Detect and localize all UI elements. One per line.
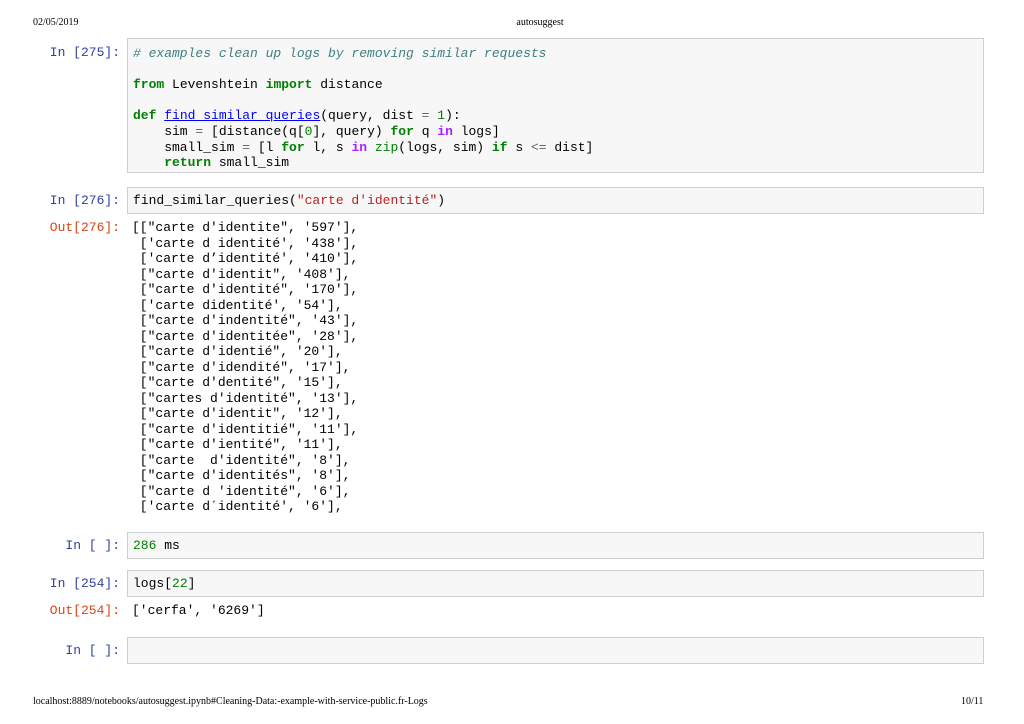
code-cell-blank-2[interactable] [127, 637, 984, 664]
cell-output-254[interactable]: ['cerfa', '6269'] [127, 603, 984, 619]
code-editor[interactable]: 286 ms [128, 538, 983, 554]
import-name: distance [312, 77, 383, 93]
string-literal: "carte d'identité" [296, 193, 438, 208]
op-le: <= [530, 139, 547, 155]
code-text: q [413, 123, 438, 139]
kw-in: in [351, 139, 368, 155]
code-text: ] [187, 576, 196, 591]
code-cell-276[interactable]: find_similar_queries("carte d'identité") [127, 187, 984, 214]
code-text: l, s [304, 139, 352, 155]
code-editor[interactable]: find_similar_queries("carte d'identité") [128, 193, 983, 209]
kw-import: import [265, 77, 313, 93]
page-number: 10/11 [961, 696, 984, 707]
kw-def: def [133, 108, 157, 124]
output-line: ["carte d'identité", '8'], [132, 452, 351, 468]
code-comment: # examples clean up logs by removing sim… [133, 46, 547, 61]
num-literal: 1 [437, 108, 446, 124]
builtin-zip: zip [374, 139, 399, 155]
cell-prompt-out-254: Out[254]: [49, 603, 120, 618]
output-line: ["cartes d'identité", '13'], [132, 390, 359, 406]
output-line: ["carte d'identité", '170'], [132, 282, 359, 297]
cell-output-276[interactable]: [["carte d'identite", '597'], ['carte d … [127, 220, 984, 520]
def-end: ): [445, 108, 461, 124]
output-line: ["carte d'dentité", '15'], [132, 375, 343, 390]
output-line: ["carte d'identités", '8'], [132, 468, 351, 483]
cell-prompt-out-276: Out[276]: [49, 220, 120, 235]
code-text: logs] [452, 123, 500, 139]
code-text: ms [156, 538, 180, 553]
num-literal: 22 [172, 576, 188, 591]
kw-for: for [281, 139, 305, 155]
cell-prompt-in-254: In [254]: [49, 576, 120, 591]
cell-prompt-in-275: In [275]: [49, 45, 120, 60]
output-line: [["carte d'identite", '597'], [132, 220, 359, 235]
output-line: ['carte d’identité', '410'], [132, 251, 359, 266]
code-text: [l [250, 139, 282, 155]
output-line: ["carte d'indentité", '43'], [132, 313, 359, 328]
output-line: ["carte d'identitié", '11'], [132, 421, 359, 437]
output-line: ["carte d'identitée", '28'], [132, 328, 359, 344]
output-line: ["carte d'identié", '20'], [132, 344, 343, 359]
code-cell-254[interactable]: logs[22] [127, 570, 984, 597]
output-line: ["carte d'ientité", '11'], [132, 437, 343, 452]
code-text: small_sim [133, 139, 243, 155]
module-name: Levenshtein [164, 77, 266, 93]
code-text: [distance(q[ [203, 123, 305, 139]
output-line: ['carte didentité', '54'], [132, 297, 343, 313]
output-line: ["carte d 'identité", '6'], [132, 483, 351, 499]
code-editor[interactable]: logs[22] [128, 576, 983, 592]
code-text: ) [437, 193, 446, 208]
code-text: (logs, sim) [398, 139, 492, 155]
op-eq: = [421, 108, 430, 124]
kw-in: in [437, 123, 453, 139]
def-args: (query, dist [320, 108, 422, 124]
kw-from: from [133, 77, 165, 93]
function-name: find_similar_queries [164, 108, 321, 124]
kw-if: if [491, 139, 508, 155]
op-eq: = [242, 139, 251, 155]
code-text: s [507, 139, 531, 155]
cell-prompt-in-276: In [276]: [49, 193, 120, 208]
code-text: ], query) [312, 123, 391, 139]
code-text: logs[ [133, 576, 173, 591]
output-line: ["carte d'identit", '408'], [132, 266, 351, 282]
output-line: ["carte d'idendité", '17'], [132, 359, 351, 375]
num-literal: 286 [133, 538, 157, 553]
output-line: ['carte d identité', '438'], [132, 235, 359, 251]
code-editor[interactable]: # examples clean up logs by removing sim… [128, 46, 983, 171]
kw-return: return [164, 155, 212, 171]
cell-prompt-in-blank: In [ ]: [65, 643, 120, 658]
print-url: localhost:8889/notebooks/autosuggest.ipy… [33, 696, 428, 707]
code-text: small_sim [211, 155, 290, 171]
code-text: sim [133, 123, 196, 139]
code-cell-275[interactable]: # examples clean up logs by removing sim… [127, 38, 984, 173]
kw-for: for [390, 123, 414, 139]
output-line: ['carte d´identité', '6'], [132, 499, 343, 514]
code-cell-blank-1[interactable]: 286 ms [127, 532, 984, 559]
code-text: find_similar_queries( [133, 193, 297, 208]
output-line: ["carte d'identit", '12'], [132, 406, 343, 421]
code-text: dist] [546, 139, 594, 155]
cell-prompt-in-blank: In [ ]: [65, 538, 120, 553]
print-title: autosuggest [516, 17, 564, 28]
